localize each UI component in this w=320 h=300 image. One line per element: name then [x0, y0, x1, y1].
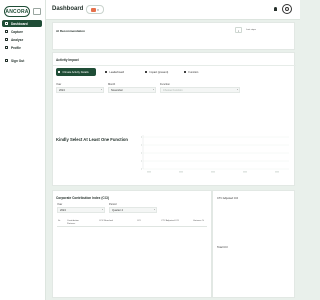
cci-summary-panel: CTC Adjusted CCI Total CCI	[212, 190, 295, 298]
sidebar-item-analyse[interactable]: Analyse	[2, 36, 42, 43]
function-placeholder: Choose Function	[163, 88, 183, 92]
activity-title: Activity Impact	[56, 58, 79, 62]
tab-leaderboard[interactable]: Leaderboard	[103, 68, 124, 76]
chevron-down-icon: ▾	[236, 89, 238, 91]
sidebar-nav: Dashboard Capture Analyse Profile Sign O…	[2, 20, 42, 65]
flag-icon	[91, 7, 97, 12]
leaderboard-icon	[105, 70, 108, 74]
user-icon	[5, 46, 8, 49]
chevron-down-icon: ▾	[152, 89, 154, 91]
function-icon	[184, 70, 187, 74]
sidebar-item-label: Capture	[11, 29, 24, 34]
user-icon	[285, 7, 289, 11]
page-title: Dashboard	[52, 6, 84, 12]
cci-year-select[interactable]: 2024 ▾	[57, 207, 105, 213]
year-select[interactable]: 2024 ▾	[56, 87, 104, 93]
year-label: Year	[56, 83, 62, 86]
activity-impact-card: Activity Impact Climate Activity Details…	[52, 52, 296, 186]
tab-climate-activity-details[interactable]: Climate Activity Details	[56, 68, 96, 76]
function-label: Function	[160, 83, 170, 86]
table-header-divider	[57, 226, 207, 227]
sidebar-item-sign-out[interactable]: Sign Out	[2, 57, 42, 64]
cci-card: Corporate Contribution Index (CCI) Year …	[52, 190, 212, 298]
tab-impact-present[interactable]: Impact (present)	[143, 68, 168, 76]
column-header-ctc-adjusted-cci: CTC Adjusted CCI	[161, 220, 179, 222]
sidebar-toggle-icon[interactable]	[33, 8, 41, 15]
sidebar-item-capture[interactable]: Capture	[2, 28, 42, 35]
activity-icon	[58, 70, 61, 74]
info-icon[interactable]: i	[235, 27, 242, 33]
grid-icon	[5, 22, 8, 25]
chevron-down-icon: ▾	[97, 7, 99, 12]
cci-period-select[interactable]: Quarter 4 ▾	[109, 207, 157, 213]
sidebar-item-label: Dashboard	[11, 21, 28, 26]
month-label: Month	[108, 83, 116, 86]
tab-function[interactable]: Function	[182, 68, 198, 76]
year-value: 2024	[59, 88, 65, 92]
impact-icon	[145, 70, 148, 74]
chart-icon	[5, 38, 8, 41]
logout-icon	[5, 59, 8, 62]
month-select[interactable]: November ▾	[108, 87, 156, 93]
bell-icon[interactable]	[274, 7, 277, 11]
sidebar-item-label: Profile	[11, 45, 21, 50]
tab-label: Leaderboard	[109, 70, 125, 74]
column-header-cci: CCI	[137, 220, 141, 222]
sidebar: ANCORA Dashboard Capture Analyse Profile…	[0, 0, 46, 300]
last-steps-link[interactable]: Last steps	[246, 29, 256, 31]
cci-year-label: Year	[57, 203, 63, 206]
column-header-co2-reached: CO2 Reached	[99, 220, 113, 222]
month-value: November	[111, 88, 123, 92]
empty-chart	[141, 135, 289, 173]
tab-label: Climate Activity Details	[62, 70, 89, 74]
sidebar-item-label: Analyse	[11, 37, 24, 42]
empty-state-message: Kindly Select At Least One Function	[56, 137, 128, 142]
cci-period-value: Quarter 4	[112, 208, 123, 212]
column-header-contribution-partners: Contribution Partners	[67, 220, 79, 225]
column-header-variance: Variance %	[193, 220, 205, 222]
cci-year-value: 2024	[60, 208, 66, 212]
tab-label: Function	[188, 70, 199, 74]
tab-label: Impact (present)	[149, 70, 169, 74]
chevron-down-icon: ▾	[101, 209, 103, 211]
ctc-adjusted-cci-label: CTC Adjusted CCI	[217, 197, 239, 200]
ancora-logo[interactable]: ANCORA	[4, 6, 30, 17]
sidebar-item-dashboard[interactable]: Dashboard	[2, 20, 42, 27]
capture-icon	[5, 30, 8, 33]
function-select[interactable]: Choose Function ▾	[160, 87, 240, 93]
cci-period-label: Period	[109, 203, 117, 206]
column-header-sr: Sr.	[58, 220, 61, 222]
divider	[53, 65, 296, 66]
chevron-down-icon: ▾	[100, 89, 102, 91]
sidebar-item-profile[interactable]: Profile	[2, 44, 42, 51]
total-cci-label: Total CCI	[217, 246, 228, 249]
sidebar-item-label: Sign Out	[11, 58, 25, 63]
language-selector[interactable]: ▾	[86, 5, 104, 14]
cci-title: Corporate Contribution Index (CCI)	[56, 196, 109, 200]
ai-recommendation-card: AI Recommendation i Last steps	[52, 22, 295, 50]
chevron-down-icon: ▾	[153, 209, 155, 211]
top-header: Dashboard ▾	[46, 0, 300, 20]
recommendation-title: AI Recommendation	[56, 29, 86, 33]
